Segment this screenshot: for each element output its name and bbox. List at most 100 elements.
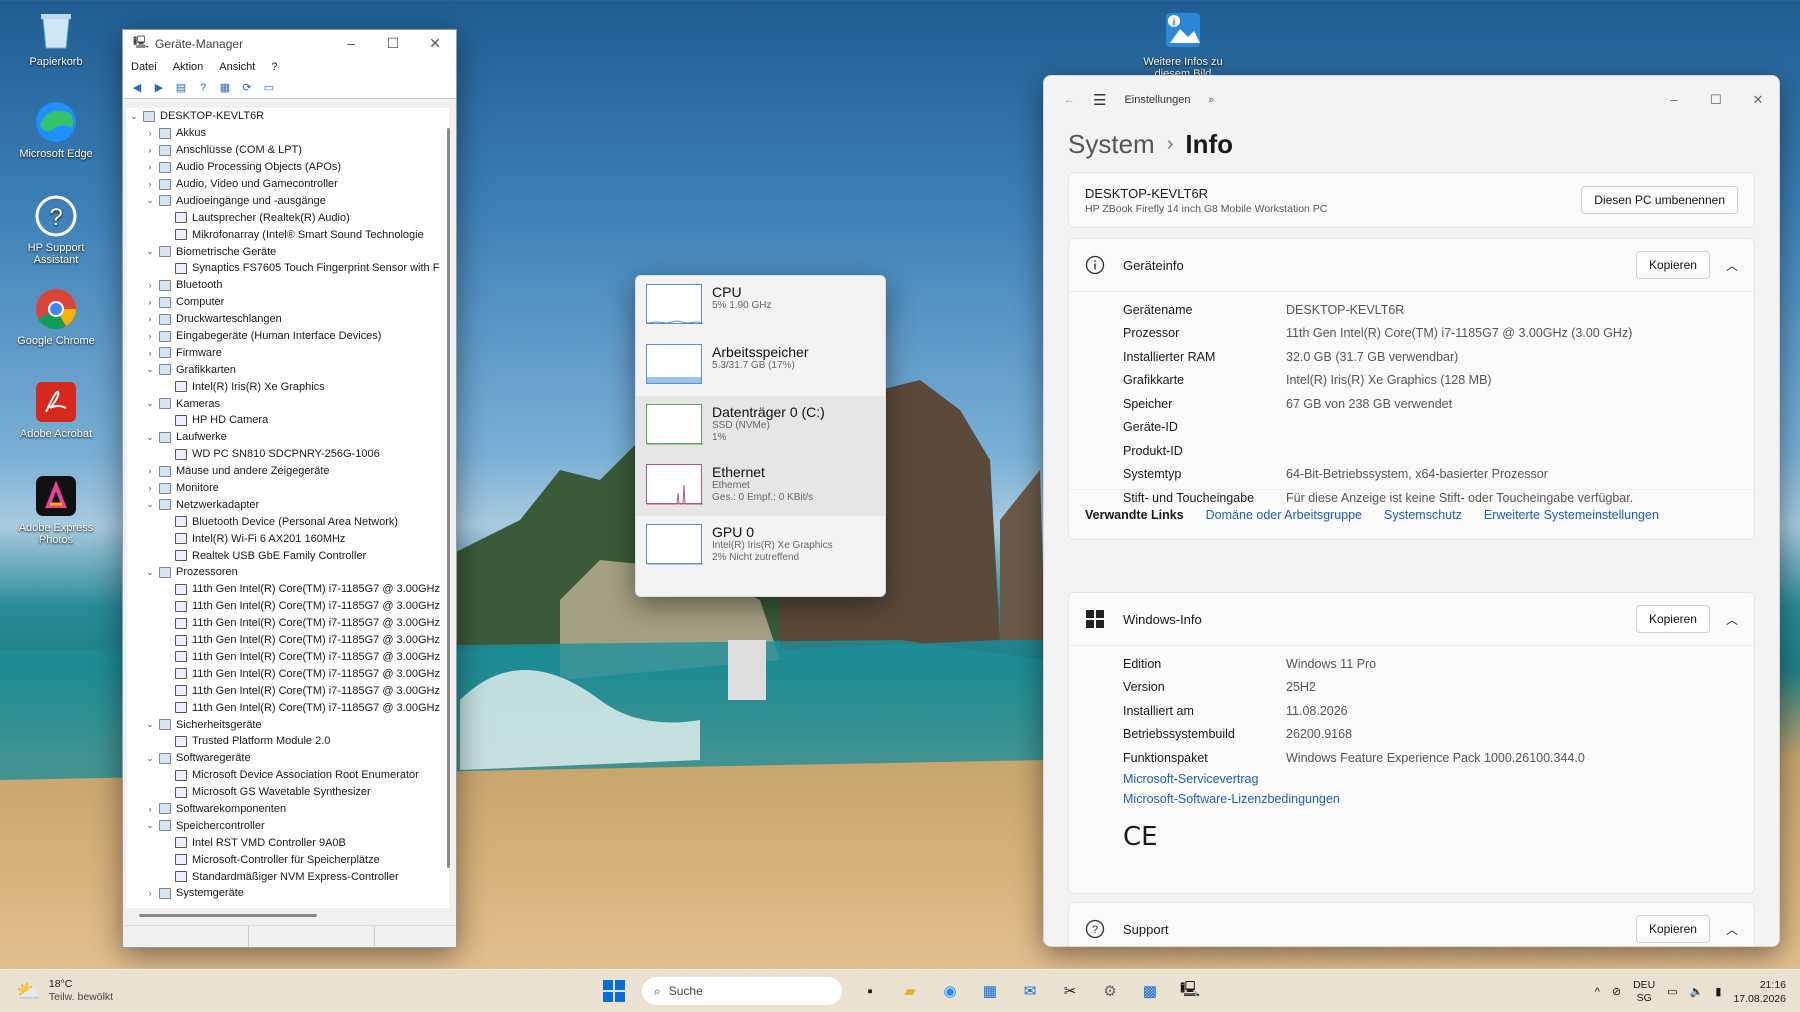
device-item[interactable]: 11th Gen Intel(R) Core(TM) i7-1185G7 @ 3… [127, 632, 449, 649]
chevron-up-icon[interactable]: ︿ [1726, 257, 1738, 274]
info-value[interactable]: 25H2 [1286, 680, 1316, 694]
close-button[interactable]: ✕ [414, 35, 456, 52]
info-value[interactable]: 11.08.2026 [1286, 704, 1348, 718]
device-item[interactable]: Microsoft-Controller für Speicherplätze [127, 851, 449, 868]
menu-view[interactable]: Ansicht [219, 61, 255, 73]
chevron-right-icon[interactable]: › [143, 314, 157, 324]
device-item[interactable]: 11th Gen Intel(R) Core(TM) i7-1185G7 @ 3… [127, 581, 449, 598]
windows-info-header[interactable]: Windows-Info Kopieren ︿ [1069, 593, 1754, 645]
chevron-down-icon[interactable]: ⌄ [143, 499, 157, 510]
store-button[interactable]: ▦ [976, 977, 1004, 1005]
desktop-icon-spotlight[interactable]: i Weitere Infos zu diesem Bild [1133, 8, 1233, 80]
device-category[interactable]: › Monitore [127, 480, 449, 497]
help-icon[interactable]: ? [195, 81, 211, 95]
chevron-up-icon[interactable]: ^ [1595, 986, 1600, 998]
network-off-icon[interactable]: ⊘ [1612, 985, 1621, 998]
device-item[interactable]: HP HD Camera [127, 412, 449, 429]
chevron-right-icon[interactable]: › [143, 888, 157, 898]
device-item[interactable]: Microsoft GS Wavetable Synthesizer [127, 784, 449, 801]
device-category[interactable]: › Computer [127, 294, 449, 311]
tree-root[interactable]: ⌄ DESKTOP-KEVLT6R [127, 108, 449, 125]
device-category[interactable]: › Audio Processing Objects (APOs) [127, 159, 449, 176]
device-category[interactable]: ⌄ Prozessoren [127, 564, 449, 581]
chevron-right-icon[interactable]: › [143, 162, 157, 172]
chevron-up-icon[interactable]: ︿ [1726, 921, 1738, 938]
battery-icon[interactable]: ▮ [1715, 985, 1721, 998]
chevron-right-icon[interactable]: › [143, 179, 157, 189]
desktop-icon-chrome[interactable]: Google Chrome [6, 287, 106, 347]
device-category[interactable]: › Mäuse und andere Zeigegeräte [127, 463, 449, 480]
menu-action[interactable]: Aktion [173, 61, 204, 73]
chevron-right-icon[interactable]: › [143, 331, 157, 341]
horizontal-scrollbar[interactable] [139, 914, 317, 917]
chevron-down-icon[interactable]: ⌄ [127, 111, 141, 122]
device-category[interactable]: ⌄ Laufwerke [127, 429, 449, 446]
link-advanced-settings[interactable]: Erweiterte Systemeinstellungen [1484, 508, 1659, 522]
back-arrow-icon[interactable]: ◀ [129, 81, 145, 95]
device-category[interactable]: › Eingabegeräte (Human Interface Devices) [127, 328, 449, 345]
chevron-down-icon[interactable]: ⌄ [143, 398, 157, 409]
device-item[interactable]: 11th Gen Intel(R) Core(TM) i7-1185G7 @ 3… [127, 615, 449, 632]
breadcrumb-system[interactable]: System [1068, 129, 1155, 160]
device-item[interactable]: 11th Gen Intel(R) Core(TM) i7-1185G7 @ 3… [127, 665, 449, 682]
device-category[interactable]: ⌄ Audioeingänge und -ausgänge [127, 192, 449, 209]
info-value[interactable]: 32.0 GB (31.7 GB verwendbar) [1286, 350, 1458, 364]
device-item[interactable]: Intel(R) Iris(R) Xe Graphics [127, 378, 449, 395]
device-item[interactable]: 11th Gen Intel(R) Core(TM) i7-1185G7 @ 3… [127, 598, 449, 615]
vertical-scrollbar[interactable] [447, 128, 450, 868]
chevron-down-icon[interactable]: ⌄ [143, 567, 157, 578]
device-manager-taskbar-button[interactable]: 🖳 [1176, 977, 1204, 1005]
info-value[interactable]: Windows Feature Experience Pack 1000.261… [1286, 751, 1585, 765]
properties-icon[interactable]: ▤ [173, 81, 189, 95]
chevron-right-icon[interactable]: › [143, 348, 157, 358]
desktop-icon-adobe-express[interactable]: Adobe Express Photos [6, 474, 106, 546]
chevron-right-icon[interactable]: › [143, 145, 157, 155]
device-category[interactable]: ⌄ Softwaregeräte [127, 750, 449, 767]
chevron-right-icon[interactable]: › [143, 466, 157, 476]
minimize-button[interactable]: – [330, 35, 372, 52]
device-category[interactable]: › Anschlüsse (COM & LPT) [127, 142, 449, 159]
device-item[interactable]: Realtek USB GbE Family Controller [127, 547, 449, 564]
info-value[interactable]: DESKTOP-KEVLT6R [1286, 303, 1404, 317]
device-item[interactable]: Microsoft Device Association Root Enumer… [127, 767, 449, 784]
link-domain-workgroup[interactable]: Domäne oder Arbeitsgruppe [1206, 508, 1362, 522]
info-value[interactable]: 26200.9168 [1286, 727, 1352, 741]
perf-item[interactable]: Ethernet Ethernet Ges.: 0 Empf.: 0 KBit/s [636, 456, 885, 516]
display-icon[interactable]: ▭ [1667, 985, 1677, 998]
maximize-button[interactable]: ☐ [372, 35, 414, 52]
device-category[interactable]: ⌄ Speichercontroller [127, 817, 449, 834]
desktop-icon-acrobat[interactable]: Adobe Acrobat [6, 380, 106, 440]
device-category[interactable]: ⌄ Grafikkarten [127, 361, 449, 378]
link-system-protection[interactable]: Systemschutz [1384, 508, 1462, 522]
device-category[interactable]: ⌄ Netzwerkadapter [127, 496, 449, 513]
file-explorer-button[interactable]: ▰ [896, 977, 924, 1005]
device-category[interactable]: › Bluetooth [127, 277, 449, 294]
perf-item[interactable]: Datenträger 0 (C:) SSD (NVMe) 1% [636, 396, 885, 456]
scan-hardware-icon[interactable]: ⟳ [239, 81, 255, 95]
chevron-right-icon[interactable]: › [143, 128, 157, 138]
view-icon[interactable]: ▦ [217, 81, 233, 95]
device-manager-titlebar[interactable]: 🖳 Geräte-Manager – ☐ ✕ [123, 30, 456, 57]
info-value[interactable]: 67 GB von 238 GB verwendet [1286, 397, 1452, 411]
device-item[interactable]: Mikrofonarray (Intel® Smart Sound Techno… [127, 226, 449, 243]
device-item[interactable]: Intel RST VMD Controller 9A0B [127, 834, 449, 851]
device-item[interactable]: WD PC SN810 SDCPNRY-256G-1006 [127, 446, 449, 463]
settings-taskbar-button[interactable]: ⚙ [1096, 977, 1124, 1005]
clock[interactable]: 21:16 17.08.2026 [1733, 978, 1786, 1006]
rename-pc-button[interactable]: Diesen PC umbenennen [1581, 186, 1738, 214]
device-item[interactable]: Standardmäßiger NVM Express-Controller [127, 868, 449, 885]
device-category[interactable]: ⌄ Biometrische Geräte [127, 243, 449, 260]
perf-item[interactable]: CPU 5% 1.90 GHz [636, 276, 885, 336]
device-category[interactable]: › Softwarekomponenten [127, 801, 449, 818]
device-category[interactable]: ⌄ Sicherheitsgeräte [127, 716, 449, 733]
copy-windows-info-button[interactable]: Kopieren [1635, 605, 1710, 633]
taskbar-search[interactable]: ⌕ Suche [642, 977, 842, 1005]
device-info-header[interactable]: Geräteinfo Kopieren ︿ [1069, 239, 1754, 291]
device-item[interactable]: 11th Gen Intel(R) Core(TM) i7-1185G7 @ 3… [127, 682, 449, 699]
device-item[interactable]: Lautsprecher (Realtek(R) Audio) [127, 209, 449, 226]
chevron-down-icon[interactable]: ⌄ [143, 432, 157, 443]
chevron-down-icon[interactable]: ⌄ [143, 753, 157, 764]
desktop-icon-hp-support[interactable]: ? HP Support Assistant [6, 194, 106, 266]
device-category[interactable]: › Audio, Video und Gamecontroller [127, 176, 449, 193]
chevron-up-icon[interactable]: ︿ [1726, 611, 1738, 628]
